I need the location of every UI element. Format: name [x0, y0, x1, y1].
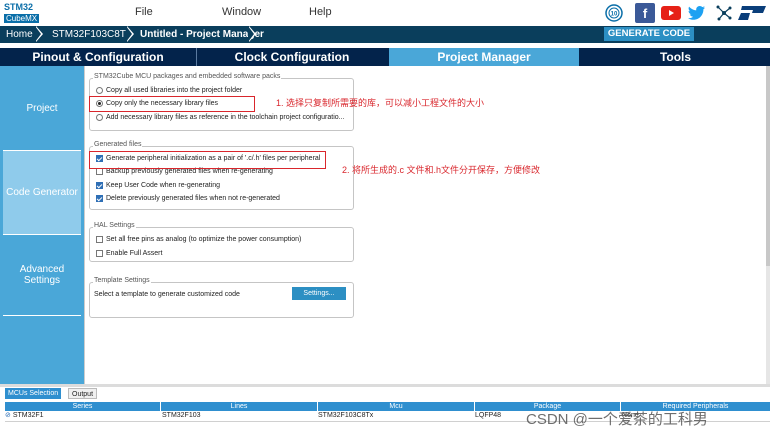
tab-mcus-selection[interactable]: MCUs Selection [5, 388, 62, 399]
facebook-icon[interactable]: f [635, 3, 655, 23]
side-tab-divider [3, 315, 81, 316]
table-cell-lines: STM32F103 [162, 412, 201, 419]
option-label: Set all free pins as analog (to optimize… [106, 236, 302, 243]
check-circle-icon: ⊘ [5, 412, 11, 419]
checkbox-delete-generated-files[interactable]: Delete previously generated files when n… [96, 195, 280, 202]
checkbox[interactable] [96, 168, 103, 175]
vertical-scrollbar-thumb[interactable] [766, 66, 770, 266]
menu-help[interactable]: Help [309, 6, 332, 18]
breadcrumb-separator-inner [126, 26, 132, 42]
checkbox-keep-user-code[interactable]: Keep User Code when re-generating [96, 182, 220, 189]
breadcrumb-home[interactable]: Home [6, 26, 33, 43]
group-title: HAL Settings [93, 222, 136, 229]
option-label: Backup previously generated files when r… [106, 168, 273, 175]
tab-pinout-configuration[interactable]: Pinout & Configuration [0, 48, 196, 66]
group-title: Template Settings [93, 277, 151, 284]
anniversary-badge-icon[interactable]: 10 [604, 3, 624, 23]
menu-window[interactable]: Window [222, 6, 261, 18]
option-label: Enable Full Assert [106, 250, 163, 257]
svg-text:10: 10 [611, 12, 618, 18]
radio-copy-all-libraries[interactable]: Copy all used libraries into the project… [96, 87, 242, 94]
table-cell-package: LQFP48 [475, 412, 502, 419]
network-icon[interactable] [714, 3, 734, 23]
twitter-icon[interactable] [687, 3, 707, 23]
option-label: Copy all used libraries into the project… [106, 87, 243, 94]
annotation-note-2: 2. 将所生成的.c 文件和.h文件分开保存，方便修改 [342, 165, 541, 175]
cell-text: STM32F1 [12, 412, 44, 419]
logo-text-cubemx: CubeMX [4, 14, 40, 23]
side-tab-advanced-settings[interactable]: Advanced Settings [3, 235, 81, 315]
column-header-series[interactable]: Series [5, 402, 160, 411]
group-title: STM32Cube MCU packages and embedded soft… [93, 73, 282, 80]
youtube-icon[interactable] [661, 3, 681, 23]
menu-bar: STM32 CubeMX File Window Help 10 f [0, 0, 770, 26]
breadcrumb-separator-inner [35, 26, 41, 42]
group-title: Generated files [93, 141, 143, 148]
main-tabs: Pinout & Configuration Clock Configurati… [0, 48, 770, 66]
st-logo-icon[interactable] [738, 3, 766, 23]
checkbox[interactable] [96, 236, 103, 243]
side-tabs: Project Code Generator Advanced Settings [0, 66, 84, 386]
checkbox[interactable] [96, 250, 103, 257]
stm32cubemx-logo: STM32 CubeMX [4, 2, 44, 24]
breadcrumb-project[interactable]: Untitled - Project Manager [140, 26, 264, 43]
checkbox-backup-generated-files[interactable]: Backup previously generated files when r… [96, 168, 273, 175]
column-header-lines[interactable]: Lines [161, 402, 317, 411]
menu-file[interactable]: File [135, 6, 153, 18]
breadcrumb-separator-inner [248, 26, 254, 42]
option-label: Delete previously generated files when n… [106, 195, 280, 202]
side-tab-project[interactable]: Project [3, 66, 81, 150]
option-label: Keep User Code when re-generating [106, 182, 221, 189]
tab-tools[interactable]: Tools [581, 48, 770, 66]
template-description: Select a template to generate customized… [94, 291, 240, 298]
csdn-watermark: CSDN @一个爱茶的工科男 [526, 411, 708, 428]
radio-button[interactable] [96, 114, 103, 121]
tab-clock-configuration[interactable]: Clock Configuration [197, 48, 387, 66]
checkbox-set-free-pins-analog[interactable]: Set all free pins as analog (to optimize… [96, 236, 301, 243]
checkbox-checked[interactable] [96, 195, 103, 202]
table-cell-series: ⊘ STM32F1 [5, 411, 44, 421]
column-header-mcu[interactable]: Mcu [318, 402, 474, 411]
radio-button[interactable] [96, 87, 103, 94]
highlight-box-generated-files [89, 151, 326, 169]
logo-text-stm32: STM32 [4, 2, 34, 12]
breadcrumb-mcu[interactable]: STM32F103C8Tx [52, 26, 131, 43]
highlight-box-libraries [89, 96, 255, 112]
checkbox-enable-full-assert[interactable]: Enable Full Assert [96, 250, 162, 257]
radio-add-libraries-as-reference[interactable]: Add necessary library files as reference… [96, 114, 345, 121]
template-settings-button[interactable]: Settings... [292, 287, 346, 300]
tab-project-manager[interactable]: Project Manager [389, 48, 579, 66]
option-label: Add necessary library files as reference… [106, 114, 345, 121]
panel-splitter[interactable] [0, 384, 770, 387]
annotation-note-1: 1. 选择只复制所需要的库，可以减小工程文件的大小 [276, 98, 485, 108]
generate-code-button[interactable]: GENERATE CODE [604, 27, 694, 41]
table-cell-mcu: STM32F103C8Tx [318, 412, 374, 419]
side-tab-code-generator[interactable]: Code Generator [3, 151, 81, 234]
hal-settings-group: HAL Settings Set all free pins as analog… [89, 222, 354, 262]
checkbox-checked[interactable] [96, 182, 103, 189]
tab-output[interactable]: Output [68, 388, 98, 399]
